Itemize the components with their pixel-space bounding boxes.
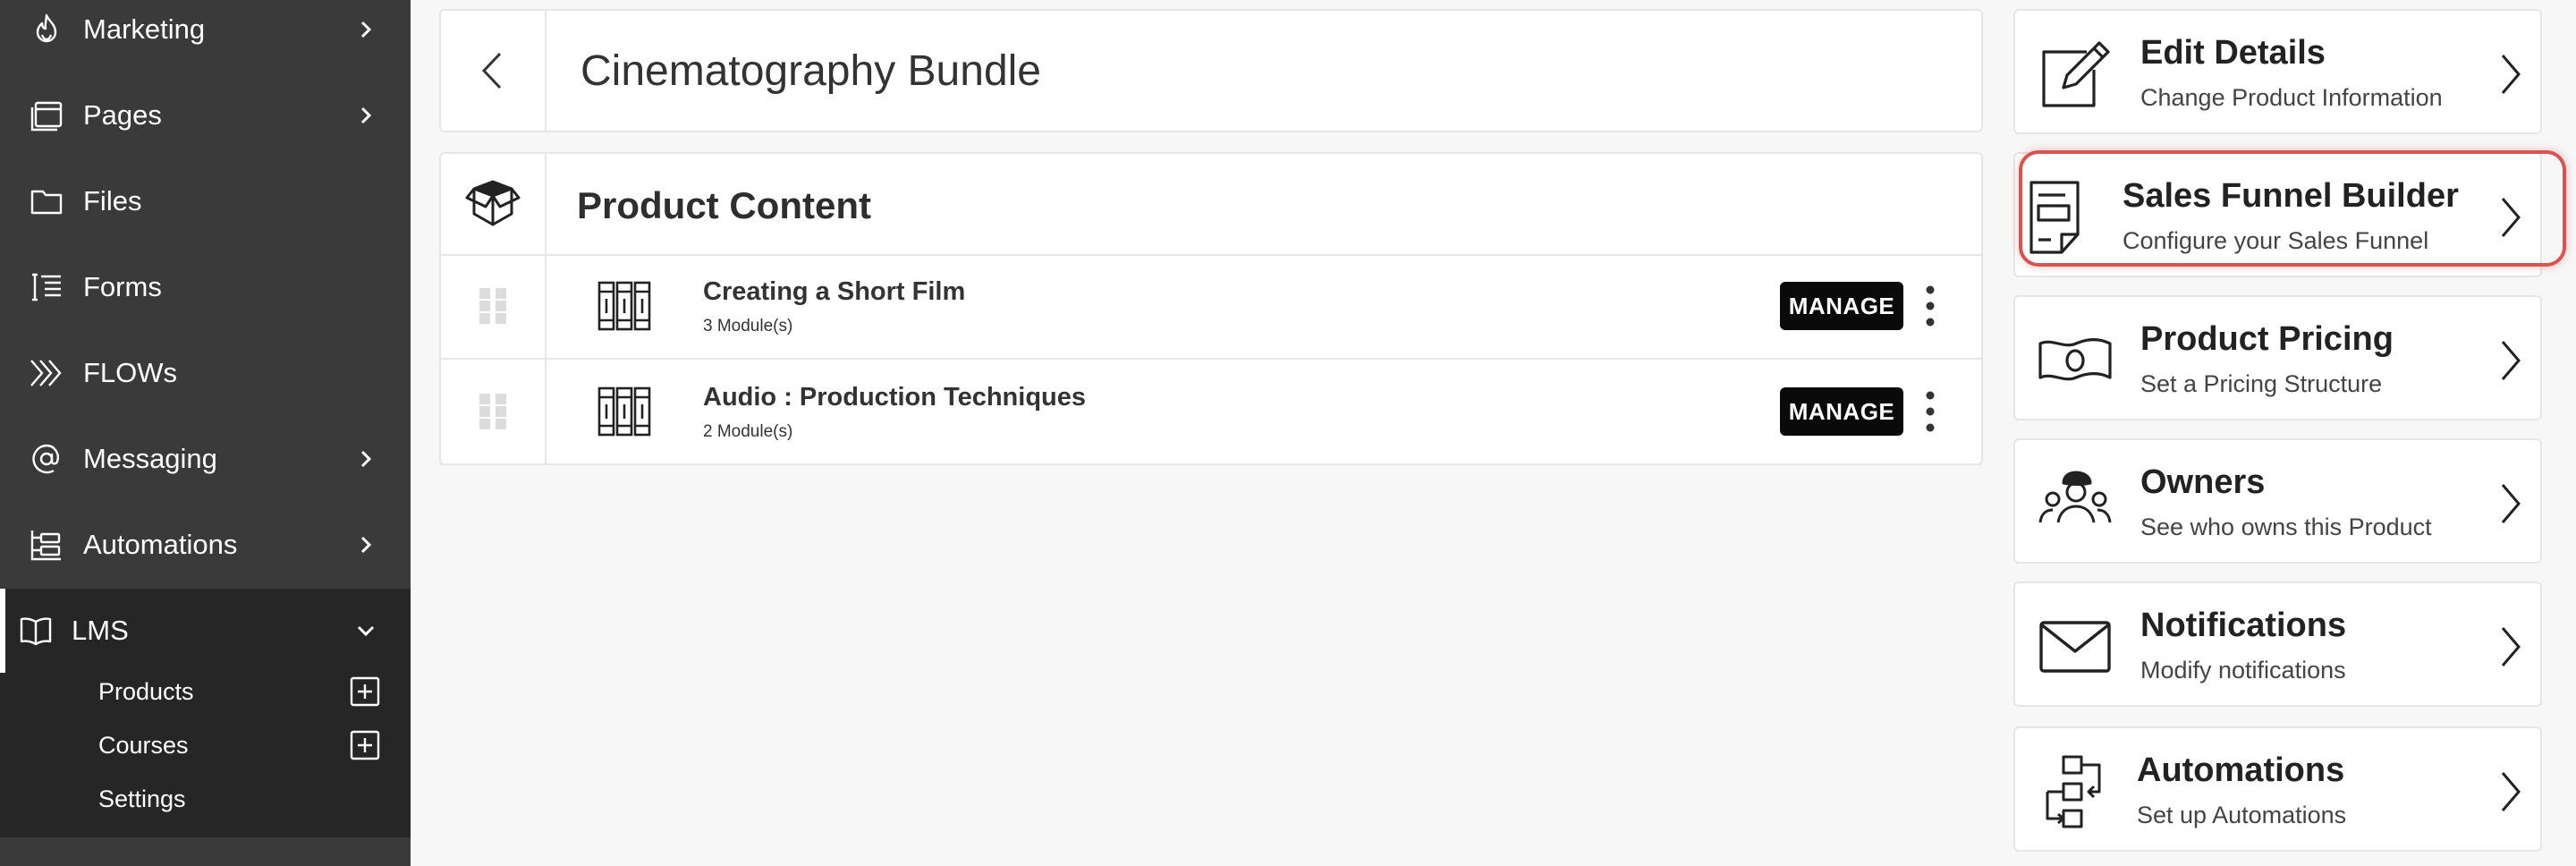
sidebar-item-automations[interactable]: Automations bbox=[0, 505, 411, 585]
drag-handle-icon[interactable] bbox=[441, 254, 547, 358]
sidebar-item-label: LMS bbox=[72, 615, 129, 646]
owners-people-icon bbox=[2037, 465, 2114, 542]
card-title: Notifications bbox=[2140, 607, 2347, 644]
notifications-card[interactable]: Notifications Modify notifications bbox=[2013, 582, 2542, 707]
more-options-icon[interactable] bbox=[1921, 283, 1939, 329]
books-icon bbox=[597, 279, 652, 333]
drag-handle-icon[interactable] bbox=[441, 360, 547, 463]
sidebar-item-forms[interactable]: Forms bbox=[0, 247, 411, 327]
edit-pencil-icon bbox=[2037, 36, 2114, 113]
add-course-icon[interactable] bbox=[350, 730, 380, 760]
owners-card[interactable]: Owners See who owns this Product bbox=[2013, 438, 2542, 564]
card-subtitle: Change Product Information bbox=[2140, 84, 2443, 111]
sidebar-item-lms[interactable]: LMS bbox=[0, 590, 411, 671]
product-content-header: Product Content bbox=[441, 154, 1981, 256]
sidebar-item-marketing[interactable]: Marketing bbox=[0, 0, 411, 70]
book-open-icon bbox=[18, 613, 54, 649]
sidebar-subitem-courses[interactable]: Courses bbox=[0, 719, 411, 771]
sidebar-item-label: Forms bbox=[83, 271, 162, 302]
chevron-right-icon bbox=[2498, 624, 2523, 669]
card-title: Edit Details bbox=[2140, 34, 2326, 72]
sidebar-item-label: Marketing bbox=[83, 13, 206, 45]
card-subtitle: Set up Automations bbox=[2137, 802, 2347, 828]
folder-icon bbox=[29, 183, 64, 219]
add-product-icon[interactable] bbox=[350, 676, 380, 707]
form-list-icon bbox=[29, 269, 64, 305]
sidebar-subitem-label: Products bbox=[98, 677, 194, 705]
chevron-right-icon bbox=[356, 20, 376, 39]
page-title: Cinematography Bundle bbox=[580, 47, 1041, 95]
sidebar-item-label: FLOWs bbox=[83, 357, 178, 388]
chevron-right-icon bbox=[2498, 338, 2523, 383]
sidebar-item-label: Messaging bbox=[83, 443, 217, 474]
flow-chevrons-icon bbox=[29, 355, 64, 391]
card-title: Sales Funnel Builder bbox=[2123, 177, 2459, 215]
sidebar-item-label: Automations bbox=[83, 529, 238, 560]
sidebar-item-messaging[interactable]: Messaging bbox=[0, 419, 411, 499]
course-row: Audio : Production Techniques 2 Module(s… bbox=[441, 360, 1981, 465]
box-icon bbox=[441, 154, 547, 254]
sidebar-item-pages[interactable]: Pages bbox=[0, 75, 411, 156]
automation-icon bbox=[29, 527, 64, 563]
manage-button[interactable]: MANAGE bbox=[1780, 387, 1903, 436]
sidebar-subitem-products[interactable]: Products bbox=[0, 666, 411, 717]
chevron-right-icon bbox=[2498, 481, 2523, 526]
card-title: Automations bbox=[2137, 751, 2345, 789]
card-subtitle: Set a Pricing Structure bbox=[2140, 370, 2383, 397]
sidebar-subitem-settings[interactable]: Settings bbox=[0, 773, 411, 825]
chevron-right-icon bbox=[356, 449, 376, 469]
sidebar-item-flows[interactable]: FLOWs bbox=[0, 333, 411, 413]
card-subtitle: See who owns this Product bbox=[2140, 514, 2432, 540]
product-header: Cinematography Bundle bbox=[439, 9, 1983, 132]
chevron-left-icon bbox=[481, 52, 502, 89]
card-subtitle: Modify notifications bbox=[2140, 657, 2346, 683]
course-module-count: 3 Module(s) bbox=[703, 317, 793, 335]
more-options-icon[interactable] bbox=[1921, 388, 1939, 435]
at-icon bbox=[29, 441, 64, 477]
funnel-document-icon bbox=[2019, 179, 2096, 256]
sidebar-item-files[interactable]: Files bbox=[0, 161, 411, 242]
back-button[interactable] bbox=[441, 11, 547, 131]
course-title: Creating a Short Film bbox=[703, 277, 966, 306]
course-module-count: 2 Module(s) bbox=[703, 422, 793, 441]
section-title: Product Content bbox=[577, 184, 871, 226]
chevron-right-icon bbox=[2498, 195, 2523, 240]
product-content-panel: Product Content Creating a Short Film 3 … bbox=[439, 152, 1983, 465]
manage-button[interactable]: MANAGE bbox=[1780, 282, 1903, 330]
sidebar-item-label: Files bbox=[83, 185, 142, 216]
sales-funnel-builder-card[interactable]: Sales Funnel Builder Configure your Sale… bbox=[2013, 152, 2542, 277]
chevron-down-icon bbox=[356, 621, 376, 641]
chevron-right-icon bbox=[356, 535, 376, 555]
course-row: Creating a Short Film 3 Module(s) MANAGE bbox=[441, 254, 1981, 360]
chevron-right-icon bbox=[356, 106, 376, 125]
books-icon bbox=[597, 385, 652, 438]
flame-icon bbox=[29, 12, 64, 47]
chevron-right-icon bbox=[2498, 52, 2523, 97]
automation-flow-icon bbox=[2037, 753, 2114, 830]
card-subtitle: Configure your Sales Funnel bbox=[2123, 227, 2429, 254]
banknote-icon bbox=[2037, 322, 2114, 399]
card-title: Product Pricing bbox=[2140, 320, 2394, 358]
product-pricing-card[interactable]: Product Pricing Set a Pricing Structure bbox=[2013, 295, 2542, 420]
sidebar-subitem-label: Courses bbox=[98, 731, 189, 759]
pages-icon bbox=[29, 98, 64, 133]
sidebar-item-label: Pages bbox=[83, 99, 162, 131]
envelope-icon bbox=[2037, 608, 2114, 685]
sidebar-subitem-label: Settings bbox=[98, 785, 186, 812]
card-title: Owners bbox=[2140, 463, 2266, 501]
edit-details-card[interactable]: Edit Details Change Product Information bbox=[2013, 9, 2542, 134]
course-title: Audio : Production Techniques bbox=[703, 383, 1087, 412]
chevron-right-icon bbox=[2498, 769, 2523, 814]
automations-card[interactable]: Automations Set up Automations bbox=[2013, 726, 2542, 852]
sidebar-next-item bbox=[0, 837, 411, 866]
sidebar: Marketing Pages Files Forms FLOWs Messag… bbox=[0, 0, 411, 866]
